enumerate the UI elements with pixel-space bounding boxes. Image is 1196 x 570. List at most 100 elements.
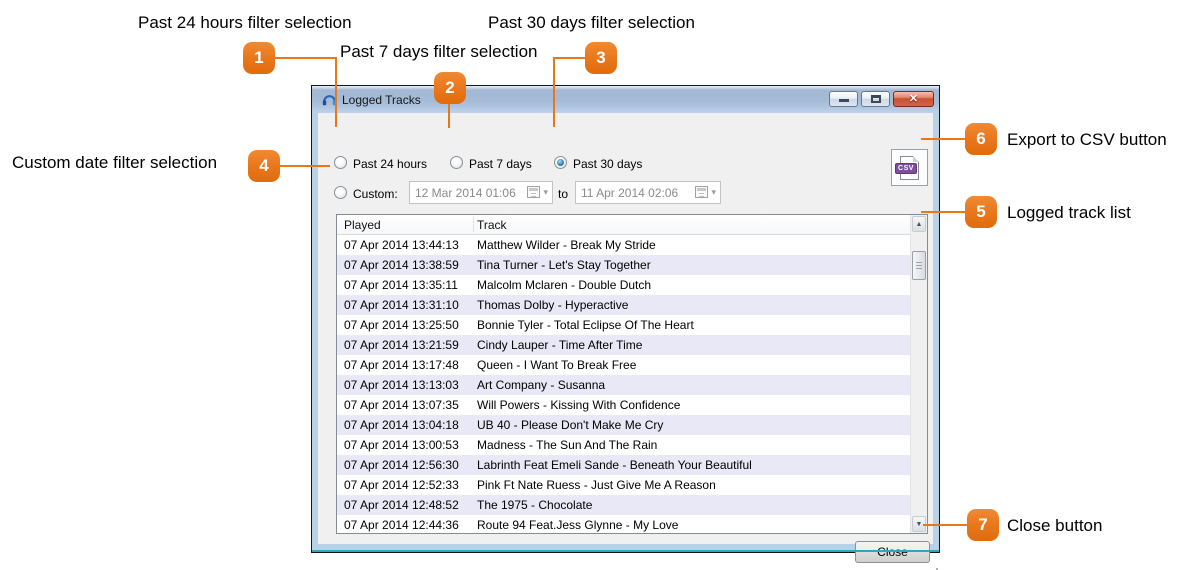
table-row[interactable]: 07 Apr 2014 12:44:36 Route 94 Feat.Jess G… xyxy=(337,515,910,533)
table-row[interactable]: 07 Apr 2014 13:04:18 UB 40 - Please Don't… xyxy=(337,415,910,435)
radio-past-24-hours-label[interactable]: Past 24 hours xyxy=(353,157,427,171)
played-cell: 07 Apr 2014 12:56:30 xyxy=(344,458,459,472)
logged-track-list[interactable]: Played Track 07 Apr 2014 13:44:13 Matthew… xyxy=(336,214,928,534)
track-cell: UB 40 - Please Don't Make Me Cry xyxy=(477,418,664,432)
column-header-played[interactable]: Played xyxy=(344,218,381,232)
scroll-up-button[interactable]: ▲ xyxy=(912,216,926,232)
list-header: Played Track xyxy=(337,215,910,235)
radio-past-7-days-label[interactable]: Past 7 days xyxy=(469,157,532,171)
callout-line xyxy=(279,165,330,167)
track-cell: Route 94 Feat.Jess Glynne - My Love xyxy=(477,518,679,532)
radio-past-30-days-label[interactable]: Past 30 days xyxy=(573,157,642,171)
table-row[interactable]: 07 Apr 2014 13:35:11 Malcolm Mclaren - Do… xyxy=(337,275,910,295)
callout-line xyxy=(921,211,966,213)
maximize-icon xyxy=(871,95,881,103)
radio-custom[interactable] xyxy=(334,186,347,199)
table-row[interactable]: 07 Apr 2014 12:52:33 Pink Ft Nate Ruess -… xyxy=(337,475,910,495)
played-cell: 07 Apr 2014 13:17:48 xyxy=(344,358,459,372)
track-cell: Thomas Dolby - Hyperactive xyxy=(477,298,629,312)
table-row[interactable]: 07 Apr 2014 12:48:52 The 1975 - Chocolate xyxy=(337,495,910,515)
table-row[interactable]: 07 Apr 2014 13:13:03 Art Company - Susann… xyxy=(337,375,910,395)
custom-to-date-field[interactable]: 11 Apr 2014 02:06 ▾ xyxy=(575,181,721,204)
annotation-badge-1: 1 xyxy=(243,42,275,74)
track-cell: The 1975 - Chocolate xyxy=(477,498,593,512)
calendar-icon[interactable] xyxy=(527,186,541,198)
track-cell: Bonnie Tyler - Total Eclipse Of The Hear… xyxy=(477,318,694,332)
annotation-label-past-30-days: Past 30 days filter selection xyxy=(488,13,695,32)
column-header-track[interactable]: Track xyxy=(477,218,507,232)
track-cell: Will Powers - Kissing With Confidence xyxy=(477,398,681,412)
annotation-badge-7: 7 xyxy=(967,509,999,541)
table-row[interactable]: 07 Apr 2014 13:31:10 Thomas Dolby - Hyper… xyxy=(337,295,910,315)
chevron-down-icon[interactable]: ▾ xyxy=(711,186,716,198)
screenshot-root: Past 24 hours filter selection Past 7 da… xyxy=(0,0,1196,570)
track-cell: Queen - I Want To Break Free xyxy=(477,358,637,372)
callout-line xyxy=(274,57,337,59)
callout-line xyxy=(335,57,337,127)
track-cell: Pink Ft Nate Ruess - Just Give Me A Reas… xyxy=(477,478,716,492)
export-csv-button[interactable]: CSV xyxy=(891,149,928,186)
logged-tracks-dialog: Logged Tracks ✕ Past 24 hours Past 7 day… xyxy=(311,85,940,570)
track-cell: Madness - The Sun And The Rain xyxy=(477,438,658,452)
played-cell: 07 Apr 2014 13:38:59 xyxy=(344,258,459,272)
callout-line xyxy=(923,524,968,526)
minimize-icon xyxy=(839,99,849,102)
maximize-button[interactable] xyxy=(861,91,890,107)
played-cell: 07 Apr 2014 13:25:50 xyxy=(344,318,459,332)
minimize-button[interactable] xyxy=(829,91,858,107)
annotation-badge-5: 5 xyxy=(965,196,997,228)
custom-from-date-field[interactable]: 12 Mar 2014 01:06 ▾ xyxy=(409,181,553,204)
window-title: Logged Tracks xyxy=(342,93,421,107)
played-cell: 07 Apr 2014 13:44:13 xyxy=(344,238,459,252)
chevron-down-icon[interactable]: ▾ xyxy=(543,186,548,198)
radio-custom-label[interactable]: Custom: xyxy=(353,187,398,201)
titlebar[interactable]: Logged Tracks ✕ xyxy=(312,86,939,113)
custom-from-date-value: 12 Mar 2014 01:06 xyxy=(415,185,516,200)
column-separator[interactable] xyxy=(473,217,474,232)
played-cell: 07 Apr 2014 13:35:11 xyxy=(344,278,458,292)
calendar-icon[interactable] xyxy=(695,186,709,198)
custom-to-date-value: 11 Apr 2014 02:06 xyxy=(581,185,679,200)
annotation-label-past-7-days: Past 7 days filter selection xyxy=(340,42,538,61)
radio-past-24-hours[interactable] xyxy=(334,156,347,169)
callout-line xyxy=(553,57,555,127)
table-row[interactable]: 07 Apr 2014 13:38:59 Tina Turner - Let's … xyxy=(337,255,910,275)
radio-past-7-days[interactable] xyxy=(450,156,463,169)
callout-line xyxy=(921,138,966,140)
annotation-label-track-list: Logged track list xyxy=(1007,203,1131,222)
track-cell: Malcolm Mclaren - Double Dutch xyxy=(477,278,652,292)
table-row[interactable]: 07 Apr 2014 12:56:30 Labrinth Feat Emeli … xyxy=(337,455,910,475)
played-cell: 07 Apr 2014 13:04:18 xyxy=(344,418,459,432)
played-cell: 07 Apr 2014 12:44:36 xyxy=(344,518,459,532)
callout-line xyxy=(553,57,587,59)
track-cell: Cindy Lauper - Time After Time xyxy=(477,338,643,352)
vertical-scrollbar[interactable]: ▲ ▼ xyxy=(910,215,927,533)
annotation-badge-4: 4 xyxy=(248,150,280,182)
close-button[interactable]: Close xyxy=(855,541,930,563)
annotation-label-past-24-hours: Past 24 hours filter selection xyxy=(138,13,352,32)
table-row[interactable]: 07 Apr 2014 13:21:59 Cindy Lauper - Time … xyxy=(337,335,910,355)
track-cell: Tina Turner - Let's Stay Together xyxy=(477,258,651,272)
list-body: 07 Apr 2014 13:44:13 Matthew Wilder - Bre… xyxy=(337,235,910,533)
table-row[interactable]: 07 Apr 2014 13:25:50 Bonnie Tyler - Total… xyxy=(337,315,910,335)
track-cell: Art Company - Susanna xyxy=(477,378,606,392)
csv-file-icon-label: CSV xyxy=(895,163,917,174)
played-cell: 07 Apr 2014 12:48:52 xyxy=(344,498,459,512)
track-cell: Labrinth Feat Emeli Sande - Beneath Your… xyxy=(477,458,752,472)
callout-line xyxy=(448,103,450,128)
table-row[interactable]: 07 Apr 2014 13:00:53 Madness - The Sun An… xyxy=(337,435,910,455)
played-cell: 07 Apr 2014 13:07:35 xyxy=(344,398,459,412)
table-row[interactable]: 07 Apr 2014 13:17:48 Queen - I Want To Br… xyxy=(337,355,910,375)
scrollbar-thumb[interactable] xyxy=(912,251,926,280)
table-row[interactable]: 07 Apr 2014 13:07:35 Will Powers - Kissin… xyxy=(337,395,910,415)
radio-past-30-days[interactable] xyxy=(554,156,567,169)
close-x-icon: ✕ xyxy=(908,93,919,105)
table-row[interactable]: 07 Apr 2014 13:44:13 Matthew Wilder - Bre… xyxy=(337,235,910,255)
dialog-client-area: Past 24 hours Past 7 days Past 30 days C… xyxy=(318,113,938,570)
to-label: to xyxy=(558,187,569,201)
annotation-label-custom-date: Custom date filter selection xyxy=(12,153,218,172)
annotation-label-close: Close button xyxy=(1007,516,1103,535)
resize-grip[interactable] xyxy=(929,565,938,570)
annotation-badge-3: 3 xyxy=(585,42,617,74)
window-close-button[interactable]: ✕ xyxy=(893,91,934,107)
